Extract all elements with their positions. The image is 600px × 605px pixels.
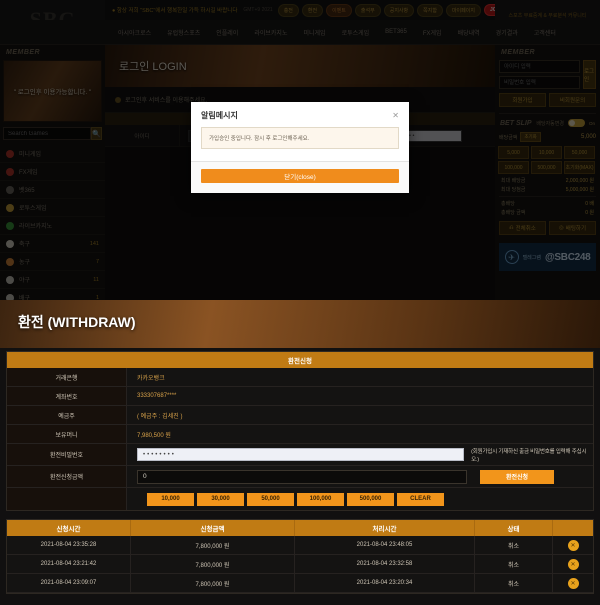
alert-modal-wrapper: 알림메시지 ✕ 가입승인 중입니다. 잠시 후 로그인해주세요. 닫기(clos…: [0, 0, 600, 300]
close-icon[interactable]: ✕: [567, 558, 579, 570]
cell-delete: ✕: [553, 555, 593, 573]
close-icon[interactable]: ✕: [567, 577, 579, 589]
cell-amount: 7,800,000 원: [131, 574, 295, 592]
withdraw-title: 환전 (WITHDRAW): [18, 314, 136, 330]
cell-amount: 7,800,000 원: [131, 555, 295, 573]
close-icon[interactable]: ✕: [392, 111, 399, 120]
alert-modal: 알림메시지 ✕ 가입승인 중입니다. 잠시 후 로그인해주세요. 닫기(clos…: [191, 101, 409, 193]
withdraw-amount-input[interactable]: [137, 469, 467, 484]
column-delete: [553, 520, 593, 536]
holder-value: ( 예금주 : 김세진 ): [137, 413, 183, 420]
cell-delete: ✕: [553, 536, 593, 554]
withdraw-chip-50000[interactable]: 50,000: [247, 492, 294, 506]
withdraw-row-password: 환전비밀번호 (회원가입시 기재하신 출금 비밀번호를 입력해 주십시오.): [7, 444, 593, 466]
withdraw-password-cell: (회원가입시 기재하신 출금 비밀번호를 입력해 주십시오.): [127, 444, 593, 465]
withdraw-row-account: 계좌번호 333307687****: [7, 387, 593, 406]
page-root: SBC SPECIAL BETTING COMMUNITY ● 항상 저희 "S…: [0, 0, 600, 605]
withdraw-quick-amounts: 10,000 30,000 50,000 100,000 500,000 CLE…: [137, 492, 444, 506]
cell-request-time: 2021-08-04 23:21:42: [7, 555, 131, 573]
withdraw-panel-header: 환전신청: [7, 352, 593, 368]
modal-header: 알림메시지 ✕: [191, 102, 409, 127]
withdraw-history-table: 신청시간 신청금액 처리시간 상태 2021-08-04 23:35:28 7,…: [6, 519, 594, 594]
withdraw-row-bank: 거래은행 카카오뱅크: [7, 368, 593, 387]
withdraw-row-balance: 보유머니 7,980,500 원: [7, 425, 593, 444]
cell-status: 취소: [475, 536, 553, 554]
cell-process-time: 2021-08-04 23:20:34: [295, 574, 475, 592]
table-row: 2021-08-04 23:21:42 7,800,000 원 2021-08-…: [7, 555, 593, 574]
withdraw-row-amount: 환전신청금액 환전신청: [7, 466, 593, 488]
column-amount: 신청금액: [131, 520, 295, 536]
withdraw-row-chips: 10,000 30,000 50,000 100,000 500,000 CLE…: [7, 488, 593, 510]
close-icon[interactable]: ✕: [567, 539, 579, 551]
modal-message: 가입승인 중입니다. 잠시 후 로그인해주세요.: [201, 126, 399, 149]
table-row: 2021-08-04 23:09:07 7,800,000 원 2021-08-…: [7, 574, 593, 593]
login-page-region: SBC SPECIAL BETTING COMMUNITY ● 항상 저희 "S…: [0, 0, 600, 300]
modal-footer: 닫기(close): [191, 160, 409, 193]
withdraw-amount-label: 환전신청금액: [7, 466, 127, 487]
modal-title: 알림메시지: [201, 110, 238, 120]
account-label: 계좌번호: [7, 387, 127, 405]
history-header-row: 신청시간 신청금액 처리시간 상태: [7, 520, 593, 536]
modal-close-button[interactable]: 닫기(close): [201, 168, 399, 183]
withdraw-chip-500000[interactable]: 500,000: [347, 492, 394, 506]
account-value: 333307687****: [137, 393, 177, 399]
withdraw-chip-10000[interactable]: 10,000: [147, 492, 194, 506]
withdraw-chips-label-spacer: [7, 488, 127, 510]
withdraw-chip-30000[interactable]: 30,000: [197, 492, 244, 506]
cell-process-time: 2021-08-04 23:48:05: [295, 536, 475, 554]
cell-delete: ✕: [553, 574, 593, 592]
withdraw-row-holder: 예금주 ( 예금주 : 김세진 ): [7, 406, 593, 425]
withdraw-panel: 환전신청 거래은행 카카오뱅크 계좌번호 333307687**** 예금주 (…: [6, 351, 594, 511]
column-status: 상태: [475, 520, 553, 536]
cell-status: 취소: [475, 555, 553, 573]
withdraw-chip-100000[interactable]: 100,000: [297, 492, 344, 506]
modal-body: 가입승인 중입니다. 잠시 후 로그인해주세요.: [191, 126, 409, 161]
withdraw-chips-cell: 10,000 30,000 50,000 100,000 500,000 CLE…: [127, 488, 593, 510]
column-request-time: 신청시간: [7, 520, 131, 536]
bank-value: 카카오뱅크: [137, 375, 165, 382]
balance-label: 보유머니: [7, 425, 127, 443]
cell-amount: 7,800,000 원: [131, 536, 295, 554]
withdraw-password-label: 환전비밀번호: [7, 444, 127, 465]
withdraw-password-hint: (회원가입시 기재하신 출금 비밀번호를 입력해 주십시오.): [471, 448, 587, 463]
withdraw-password-input[interactable]: [137, 448, 465, 461]
cell-request-time: 2021-08-04 23:35:28: [7, 536, 131, 554]
cell-request-time: 2021-08-04 23:09:07: [7, 574, 131, 592]
withdraw-hero: 환전 (WITHDRAW): [0, 300, 600, 348]
withdraw-chip-clear[interactable]: CLEAR: [397, 492, 444, 506]
column-process-time: 처리시간: [295, 520, 475, 536]
withdraw-apply-button[interactable]: 환전신청: [480, 469, 554, 484]
withdraw-amount-cell: 환전신청: [127, 466, 593, 487]
cell-status: 취소: [475, 574, 553, 592]
cell-process-time: 2021-08-04 23:32:58: [295, 555, 475, 573]
balance-value: 7,980,500 원: [137, 432, 171, 439]
table-row: 2021-08-04 23:35:28 7,800,000 원 2021-08-…: [7, 536, 593, 555]
holder-label: 예금주: [7, 406, 127, 424]
bank-label: 거래은행: [7, 368, 127, 386]
